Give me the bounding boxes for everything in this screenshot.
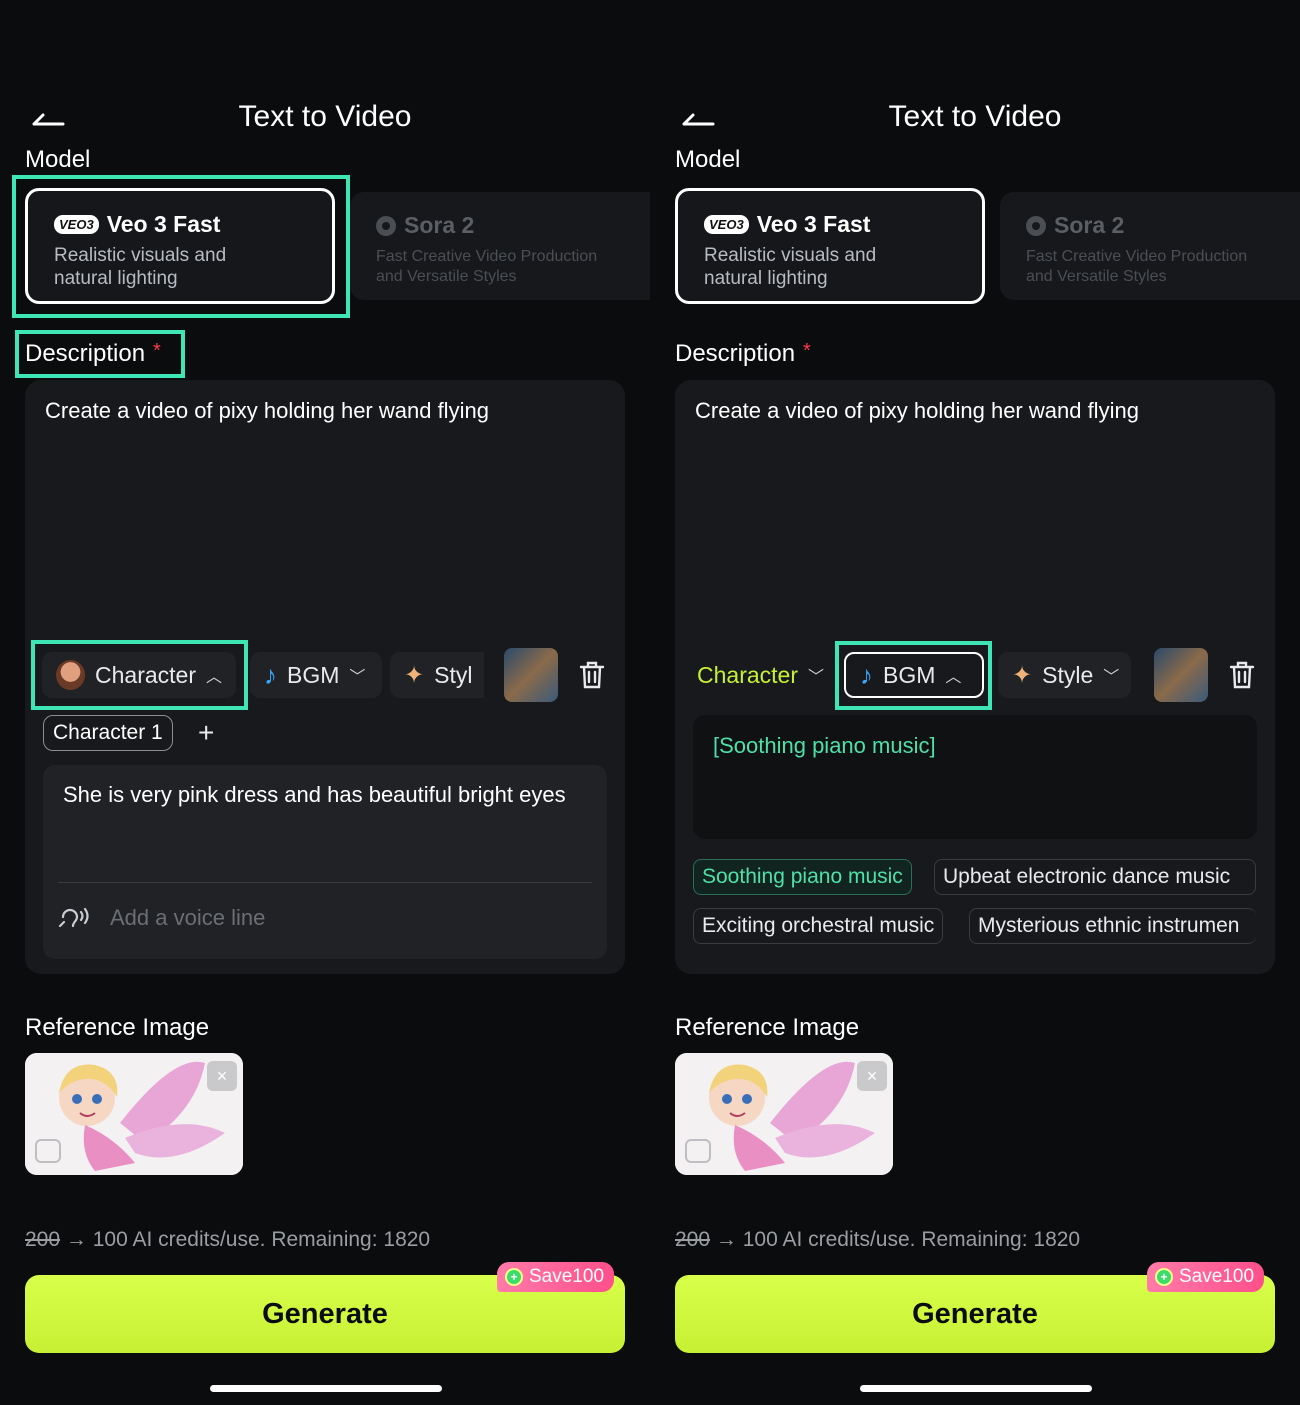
highlight-description	[15, 330, 185, 378]
reference-image-label: Reference Image	[25, 1014, 210, 1041]
character-tag[interactable]: Character 1	[43, 715, 173, 751]
character-description-box[interactable]: She is very pink dress and has beautiful…	[43, 765, 607, 959]
style-dropdown[interactable]: ✦ Styl	[390, 652, 484, 698]
add-character-button[interactable]: +	[198, 717, 214, 749]
plus-circle-icon: +	[1155, 1268, 1173, 1286]
bgm-input[interactable]: [Soothing piano music]	[693, 715, 1257, 839]
bgm-option[interactable]: Mysterious ethnic instrumen	[969, 908, 1256, 944]
bgm-selected-text: [Soothing piano music]	[713, 733, 936, 758]
model-name: Sora 2	[404, 212, 475, 238]
model-desc-line: and Versatile Styles	[1026, 268, 1167, 285]
description-text: Create a video of pixy holding her wand …	[45, 398, 489, 423]
chevron-down-icon: ﹀	[1103, 669, 1120, 686]
bgm-option[interactable]: Soothing piano music	[693, 859, 912, 895]
style-thumbnail[interactable]	[504, 648, 558, 702]
model-desc-line: and Versatile Styles	[376, 268, 517, 285]
model-option-sora-2[interactable]: Sora 2 Fast Creative Video Production an…	[350, 192, 650, 300]
model-option-sora-2[interactable]: Sora 2 Fast Creative Video Production an…	[1000, 192, 1300, 300]
page-title: Text to Video	[888, 100, 1062, 133]
chevron-down-icon: ﹀	[807, 669, 824, 686]
model-label: Model	[25, 146, 91, 173]
bgm-dropdown[interactable]: ♪ BGM ﹀	[250, 652, 382, 698]
highlight-bgm	[835, 641, 992, 710]
voice-line-placeholder[interactable]: Add a voice line	[110, 905, 265, 931]
veo-badge-icon: VEO3	[704, 215, 749, 234]
model-name: Veo 3 Fast	[756, 211, 871, 237]
home-indicator	[210, 1385, 442, 1392]
reference-image-label: Reference Image	[675, 1014, 860, 1041]
model-option-veo3-fast[interactable]: VEO3 Veo 3 Fast Realistic visuals and na…	[675, 188, 985, 304]
save-badge: + Save100	[497, 1262, 615, 1292]
character-description-text: She is very pink dress and has beautiful…	[63, 782, 566, 807]
edit-image-icon[interactable]	[685, 1139, 711, 1163]
bgm-option[interactable]: Exciting orchestral music	[693, 908, 944, 944]
left-screen: Text to Video Model VEO3 Veo 3 Fast Real…	[0, 0, 650, 1405]
description-text: Create a video of pixy holding her wand …	[695, 398, 1139, 423]
credits-info: 200 → 100 AI credits/use. Remaining: 182…	[25, 1228, 431, 1251]
right-screen: Text to Video Model VEO3 Veo 3 Fast Real…	[650, 0, 1300, 1405]
style-dropdown-label: Style	[1042, 661, 1094, 688]
model-name: Sora 2	[1054, 212, 1125, 238]
music-note-icon: ♪	[264, 659, 277, 690]
reference-image[interactable]: ×	[675, 1053, 893, 1175]
highlight-model	[12, 175, 350, 318]
credits-info: 200 → 100 AI credits/use. Remaining: 182…	[675, 1228, 1081, 1251]
style-dropdown-label: Styl	[434, 661, 473, 688]
model-desc-line: Realistic visuals and	[704, 245, 877, 266]
remove-image-button[interactable]: ×	[207, 1061, 237, 1091]
model-label: Model	[675, 146, 741, 173]
model-desc-line: Fast Creative Video Production	[1026, 248, 1248, 265]
model-desc-line: Fast Creative Video Production	[376, 248, 598, 265]
plus-circle-icon: +	[505, 1268, 523, 1286]
page-title: Text to Video	[238, 100, 412, 133]
chevron-down-icon: ﹀	[349, 669, 366, 686]
reference-image[interactable]: ×	[25, 1053, 243, 1175]
character-dropdown[interactable]: Character ﹀	[693, 652, 833, 698]
description-label: Description *	[675, 340, 811, 367]
magic-wand-icon: ✦	[1012, 661, 1033, 689]
bgm-option[interactable]: Upbeat electronic dance music	[934, 859, 1256, 895]
save-badge: + Save100	[1147, 1262, 1265, 1292]
model-desc-line: natural lighting	[704, 268, 828, 289]
edit-image-icon[interactable]	[35, 1139, 61, 1163]
voice-icon	[58, 907, 89, 928]
magic-wand-icon: ✦	[404, 661, 425, 689]
home-indicator	[860, 1385, 1092, 1392]
sora-icon	[1026, 215, 1046, 236]
sora-icon	[376, 215, 396, 236]
style-dropdown[interactable]: ✦ Style ﹀	[998, 652, 1131, 698]
character-dropdown-label: Character	[697, 661, 798, 688]
bgm-dropdown-label: BGM	[287, 661, 340, 688]
divider	[58, 882, 592, 883]
trash-icon[interactable]	[578, 660, 606, 690]
highlight-character	[31, 640, 248, 710]
remove-image-button[interactable]: ×	[857, 1061, 887, 1091]
style-thumbnail[interactable]	[1154, 648, 1208, 702]
trash-icon[interactable]	[1228, 660, 1256, 690]
